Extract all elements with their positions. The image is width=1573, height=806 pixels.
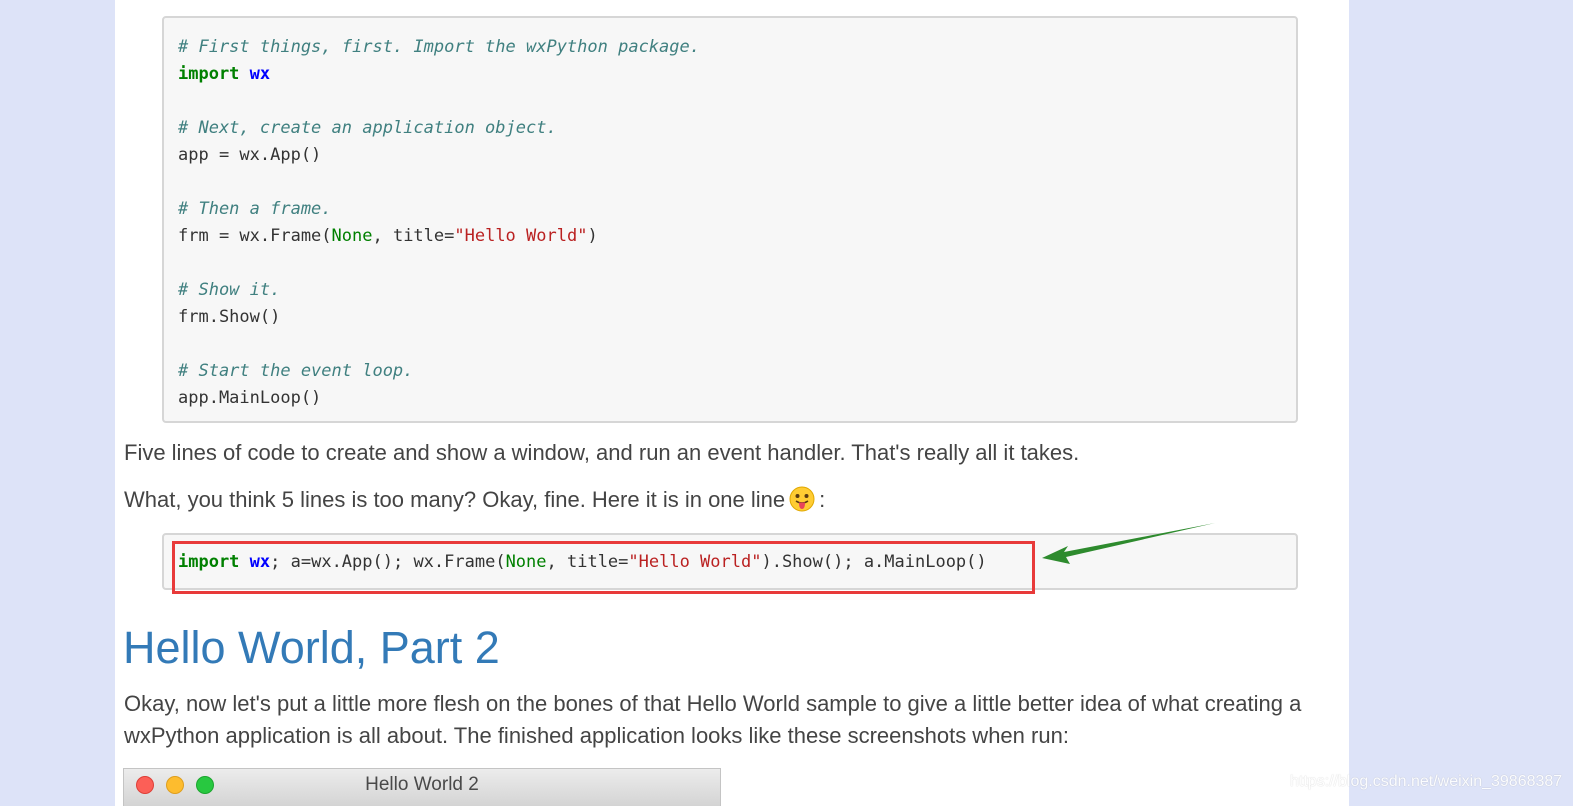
paragraph-text: What, you think 5 lines is too many? Oka… xyxy=(124,487,786,512)
code-line: # Then a frame. xyxy=(178,196,1296,223)
code-line: # Next, create an application object. xyxy=(178,115,1296,142)
app-window-screenshot: Hello World 2 xyxy=(123,768,721,806)
code-text: frm = wx.Frame( xyxy=(178,226,332,246)
code-line: app.MainLoop() xyxy=(178,385,1296,412)
tongue-emoji-icon xyxy=(789,486,815,512)
code-comment: # Start the event loop. xyxy=(178,361,414,381)
code-text: frm.Show() xyxy=(178,307,281,327)
paragraph-one-line: What, you think 5 lines is too many? Oka… xyxy=(124,484,1339,516)
code-block-hello-world: # First things, first. Import the wxPyth… xyxy=(162,16,1298,423)
code-text: app = wx.App() xyxy=(178,145,322,165)
code-line: # Show it. xyxy=(178,277,1296,304)
code-comment: # Then a frame. xyxy=(178,199,332,219)
green-arrow-icon xyxy=(1042,523,1215,564)
article-page: # First things, first. Import the wxPyth… xyxy=(115,0,1349,806)
paragraph-text: : xyxy=(819,487,826,512)
code-module: wx xyxy=(249,64,271,84)
code-string: "Hello World" xyxy=(454,226,588,246)
code-keyword: import xyxy=(178,64,240,84)
code-builtin: None xyxy=(331,226,373,246)
code-comment: # Show it. xyxy=(178,280,281,300)
code-comment: # First things, first. Import the wxPyth… xyxy=(178,37,700,57)
red-highlight-box xyxy=(172,541,1035,594)
code-text: ) xyxy=(587,226,598,246)
watermark: https://blog.csdn.net/weixin_39868387 xyxy=(1290,773,1563,790)
code-comment: # Next, create an application object. xyxy=(178,118,557,138)
code-line: # First things, first. Import the wxPyth… xyxy=(178,34,1296,61)
code-text: app.MainLoop() xyxy=(178,388,322,408)
code-line: import wx xyxy=(178,61,1296,88)
code-text: , title= xyxy=(372,226,455,246)
code-line: frm.Show() xyxy=(178,304,1296,331)
code-line: app = wx.App() xyxy=(178,142,1296,169)
section-heading: Hello World, Part 2 xyxy=(123,622,500,673)
window-title: Hello World 2 xyxy=(365,774,479,795)
code-line: frm = wx.Frame(None, title="Hello World"… xyxy=(178,223,1296,250)
paragraph-part2-intro: Okay, now let's put a little more flesh … xyxy=(124,691,1302,748)
code-line: # Start the event loop. xyxy=(178,358,1296,385)
paragraph-five-lines: Five lines of code to create and show a … xyxy=(124,440,1080,465)
